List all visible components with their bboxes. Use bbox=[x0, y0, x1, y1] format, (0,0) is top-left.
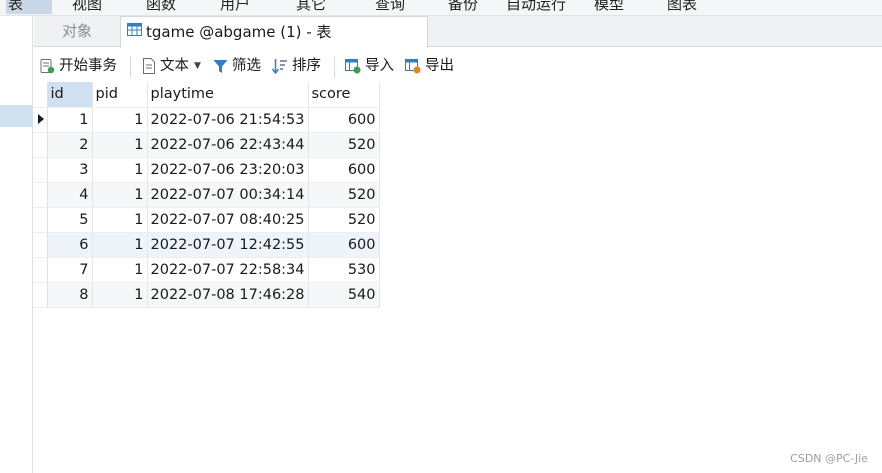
row-header[interactable] bbox=[34, 257, 48, 283]
table-row[interactable]: 4 1 2022-07-07 00:34:14 520 bbox=[34, 182, 380, 208]
navigator-panel[interactable] bbox=[0, 16, 33, 473]
cell-pid[interactable]: 1 bbox=[92, 182, 148, 208]
transaction-icon bbox=[40, 59, 55, 74]
row-header[interactable] bbox=[34, 157, 48, 183]
menu-item-others[interactable]: 其它 bbox=[296, 0, 326, 14]
cell-playtime[interactable]: 2022-07-07 00:34:14 bbox=[147, 182, 309, 208]
cell-pid[interactable]: 1 bbox=[92, 207, 148, 233]
cell-pid[interactable]: 1 bbox=[92, 257, 148, 283]
cell-score[interactable]: 520 bbox=[308, 132, 380, 158]
import-button[interactable]: 导入 bbox=[345, 55, 394, 77]
chevron-down-icon[interactable]: ▼ bbox=[194, 55, 201, 77]
export-label: 导出 bbox=[425, 58, 454, 74]
cell-playtime[interactable]: 2022-07-06 23:20:03 bbox=[147, 157, 309, 183]
row-header[interactable] bbox=[34, 132, 48, 158]
toolbar: 开始事务 文本 ▼ 筛选 排序 导入 导出 bbox=[34, 48, 882, 82]
table-row[interactable]: 1 1 2022-07-06 21:54:53 600 bbox=[34, 107, 380, 133]
column-header-id[interactable]: id bbox=[47, 82, 93, 108]
sort-label: 排序 bbox=[292, 58, 321, 74]
menu-item-views[interactable]: 视图 bbox=[72, 0, 102, 14]
text-view-label: 文本 bbox=[160, 58, 189, 74]
column-header-pid[interactable]: pid bbox=[92, 82, 148, 108]
export-icon bbox=[405, 59, 421, 74]
filter-label: 筛选 bbox=[232, 58, 261, 74]
sort-button[interactable]: 排序 bbox=[272, 55, 321, 77]
table-row[interactable]: 7 1 2022-07-07 22:58:34 530 bbox=[34, 257, 380, 283]
row-header[interactable] bbox=[34, 232, 48, 258]
cell-playtime[interactable]: 2022-07-07 12:42:55 bbox=[147, 232, 309, 258]
filter-icon bbox=[213, 59, 228, 73]
cell-pid[interactable]: 1 bbox=[92, 232, 148, 258]
begin-transaction-label: 开始事务 bbox=[59, 58, 117, 74]
tab-bar: 对象 tgame @abgame (1) - 表 bbox=[34, 16, 882, 48]
menu-item-backup[interactable]: 备份 bbox=[448, 0, 478, 14]
cell-id[interactable]: 2 bbox=[47, 132, 93, 158]
cell-pid[interactable]: 1 bbox=[92, 282, 148, 308]
cell-id[interactable]: 3 bbox=[47, 157, 93, 183]
row-header[interactable] bbox=[34, 182, 48, 208]
cell-id[interactable]: 6 bbox=[47, 232, 93, 258]
row-header[interactable] bbox=[34, 282, 48, 308]
tab-table-tgame[interactable]: tgame @abgame (1) - 表 bbox=[120, 16, 428, 48]
data-grid[interactable]: id pid playtime score 1 1 2022-07-06 21:… bbox=[34, 82, 380, 308]
menu-item-functions[interactable]: 函数 bbox=[146, 0, 176, 14]
menu-item-queries[interactable]: 查询 bbox=[375, 0, 405, 14]
sort-icon bbox=[272, 59, 287, 74]
table-row[interactable]: 8 1 2022-07-08 17:46:28 540 bbox=[34, 282, 380, 308]
cell-id[interactable]: 8 bbox=[47, 282, 93, 308]
import-label: 导入 bbox=[365, 58, 394, 74]
row-pointer-icon bbox=[34, 107, 48, 133]
tab-objects[interactable]: 对象 bbox=[34, 16, 120, 47]
cell-id[interactable]: 4 bbox=[47, 182, 93, 208]
cell-pid[interactable]: 1 bbox=[92, 132, 148, 158]
cell-score[interactable]: 530 bbox=[308, 257, 380, 283]
navigator-selected-item[interactable] bbox=[0, 105, 33, 127]
menu-item-charts[interactable]: 图表 bbox=[667, 0, 697, 14]
cell-score[interactable]: 600 bbox=[308, 232, 380, 258]
cell-playtime[interactable]: 2022-07-08 17:46:28 bbox=[147, 282, 309, 308]
menu-item-tables[interactable]: 表 bbox=[6, 0, 52, 14]
cell-score[interactable]: 600 bbox=[308, 107, 380, 133]
menu-item-users[interactable]: 用户 bbox=[220, 0, 250, 14]
cell-score[interactable]: 520 bbox=[308, 207, 380, 233]
cell-playtime[interactable]: 2022-07-07 08:40:25 bbox=[147, 207, 309, 233]
grid-header-row: id pid playtime score bbox=[34, 82, 380, 108]
row-header-corner[interactable] bbox=[34, 82, 48, 108]
document-icon bbox=[143, 58, 155, 74]
column-header-score[interactable]: score bbox=[308, 82, 380, 108]
table-row[interactable]: 5 1 2022-07-07 08:40:25 520 bbox=[34, 207, 380, 233]
table-row[interactable]: 6 1 2022-07-07 12:42:55 600 bbox=[34, 232, 380, 258]
cell-playtime[interactable]: 2022-07-06 21:54:53 bbox=[147, 107, 309, 133]
table-row[interactable]: 3 1 2022-07-06 23:20:03 600 bbox=[34, 157, 380, 183]
cell-pid[interactable]: 1 bbox=[92, 107, 148, 133]
cell-pid[interactable]: 1 bbox=[92, 157, 148, 183]
watermark: CSDN @PC-Jie bbox=[790, 452, 868, 465]
cell-id[interactable]: 7 bbox=[47, 257, 93, 283]
tab-table-label: tgame @abgame (1) - 表 bbox=[146, 23, 332, 41]
text-view-button[interactable]: 文本 ▼ bbox=[142, 55, 201, 77]
cell-id[interactable]: 1 bbox=[47, 107, 93, 133]
cell-score[interactable]: 520 bbox=[308, 182, 380, 208]
toolbar-divider bbox=[334, 56, 335, 78]
cell-score[interactable]: 540 bbox=[308, 282, 380, 308]
toolbar-divider bbox=[130, 56, 131, 78]
begin-transaction-button[interactable]: 开始事务 bbox=[39, 55, 117, 77]
export-button[interactable]: 导出 bbox=[405, 55, 454, 77]
menu-item-automation[interactable]: 自动运行 bbox=[506, 0, 566, 14]
menu-bar: 表 视图 函数 用户 其它 查询 备份 自动运行 模型 图表 bbox=[0, 0, 882, 16]
cell-playtime[interactable]: 2022-07-06 22:43:44 bbox=[147, 132, 309, 158]
filter-button[interactable]: 筛选 bbox=[213, 55, 261, 77]
cell-id[interactable]: 5 bbox=[47, 207, 93, 233]
table-icon bbox=[127, 16, 142, 46]
menu-item-model[interactable]: 模型 bbox=[594, 0, 624, 14]
cell-score[interactable]: 600 bbox=[308, 157, 380, 183]
cell-playtime[interactable]: 2022-07-07 22:58:34 bbox=[147, 257, 309, 283]
import-icon bbox=[345, 59, 361, 74]
column-header-playtime[interactable]: playtime bbox=[147, 82, 309, 108]
row-header[interactable] bbox=[34, 207, 48, 233]
table-row[interactable]: 2 1 2022-07-06 22:43:44 520 bbox=[34, 132, 380, 158]
